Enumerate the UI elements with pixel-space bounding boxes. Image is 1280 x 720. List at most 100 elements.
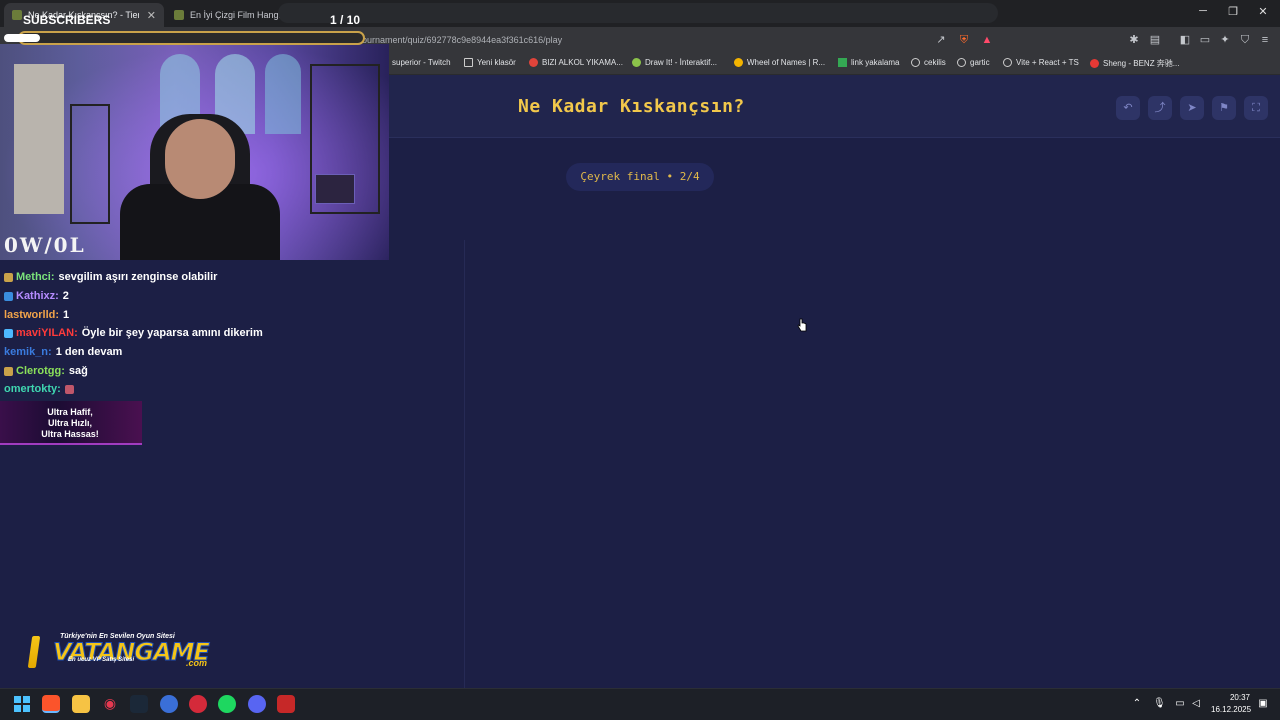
chevron-up-icon[interactable]: ⌃: [1131, 698, 1143, 709]
notification-icon[interactable]: ▣: [1257, 698, 1269, 709]
volume-icon[interactable]: ◁: [1190, 698, 1202, 709]
bookmark-item[interactable]: Wheel of Names | R...: [734, 58, 825, 67]
rewards-icon[interactable]: ▲: [980, 33, 994, 47]
steam-icon[interactable]: [130, 695, 148, 713]
sponsor-logo-mark: [27, 636, 41, 668]
round-indicator: Çeyrek final • 2/4: [566, 163, 714, 191]
vpn-icon[interactable]: ⛉: [1238, 33, 1252, 47]
flag-icon[interactable]: ⚑: [1212, 96, 1236, 120]
app-pin-icon[interactable]: ◉: [101, 695, 119, 713]
close-window-icon[interactable]: ✕: [1254, 5, 1272, 18]
sidebar-icon[interactable]: ◧: [1178, 33, 1192, 47]
chat-message: Clerotgg: sağ: [4, 364, 88, 378]
clock-time[interactable]: 20:37: [1218, 693, 1250, 702]
bookmark-item[interactable]: link yakalama: [838, 58, 899, 67]
favicon-icon: [632, 58, 641, 67]
chat-username: maviYILAN:: [16, 327, 78, 339]
favicon-icon: [734, 58, 743, 67]
chat-text: 2: [62, 290, 69, 302]
chat-message: lastworlld: 1: [4, 308, 69, 322]
maximize-icon[interactable]: ❐: [1224, 5, 1242, 18]
chat-username: omertokty:: [4, 383, 61, 395]
chat-badge-icon: [4, 328, 13, 338]
microphone-icon[interactable]: 🎙: [1153, 698, 1166, 709]
bookmark-item[interactable]: Sheng - BENZ 奔驰...: [1090, 58, 1179, 69]
extensions-icon[interactable]: ✱: [1127, 33, 1141, 47]
webcam-pc: [315, 174, 355, 204]
chat-text: sağ: [68, 365, 88, 377]
brave-browser-icon[interactable]: [42, 695, 60, 713]
bookmark-label: Vite + React + TS: [1016, 58, 1079, 67]
windows-start-icon[interactable]: [13, 695, 31, 713]
bookmark-label: link yakalama: [851, 58, 900, 67]
webcam-feed: [0, 44, 389, 260]
subscriber-goal-bar: [18, 31, 365, 45]
webcam-window: [265, 54, 301, 134]
chat-username: Kathixz:: [16, 290, 59, 302]
play-icon: [838, 58, 847, 67]
chat-message: Kathixz: 2: [4, 289, 69, 303]
bookmark-label: BIZI ALKOL YIKAMA...: [542, 58, 623, 67]
chat-badge-icon: [4, 272, 13, 282]
brave-shield-icon[interactable]: ⛨: [957, 33, 971, 47]
fullscreen-icon[interactable]: ⛶: [1244, 96, 1268, 120]
bookmark-label: gartic: [970, 58, 990, 67]
bookmark-label: superior - Twitch: [392, 58, 451, 67]
chat-message: omertokty:: [4, 382, 77, 396]
folder-icon: [464, 58, 473, 67]
chat-message: maviYILAN: Öyle bir şey yaparsa amını dik…: [4, 326, 263, 340]
leo-icon[interactable]: ✦: [1218, 33, 1232, 47]
share-icon[interactable]: ⤴: [1148, 96, 1172, 120]
bookmark-label: Draw It! - İnteraktif...: [645, 58, 718, 67]
bookmark-item[interactable]: gartic: [957, 58, 990, 67]
chat-text: sevgilim aşırı zenginse olabilir: [58, 271, 218, 283]
favicon-icon: [529, 58, 538, 67]
page-title: Ne Kadar Kıskançsın?: [518, 96, 745, 117]
chat-text: Öyle bir şey yaparsa amını dikerim: [81, 327, 263, 339]
minimize-icon[interactable]: ─: [1194, 5, 1212, 17]
subscriber-goal-fill: [4, 34, 40, 42]
riot-client-icon[interactable]: [189, 695, 207, 713]
bookmark-folder[interactable]: Yeni klasör: [464, 58, 516, 67]
globe-icon: [911, 58, 920, 67]
bookmark-item[interactable]: BIZI ALKOL YIKAMA...: [529, 58, 623, 67]
network-icon[interactable]: ▭: [1174, 698, 1186, 709]
file-explorer-icon[interactable]: [72, 695, 90, 713]
chat-message: Methci: sevgilim aşırı zenginse olabilir: [4, 270, 217, 284]
bookmark-item[interactable]: Draw It! - İnteraktif...: [632, 58, 717, 67]
subscriber-goal-count: 1 / 10: [330, 13, 361, 27]
chat-username: Clerotgg:: [16, 365, 65, 377]
clock-date[interactable]: 16.12.2025: [1211, 705, 1251, 714]
webcam-door: [14, 64, 64, 214]
chat-emote-icon: [64, 384, 74, 394]
bookmark-item[interactable]: cekilis: [911, 58, 946, 67]
chat-text: 1: [63, 309, 70, 321]
chat-badge-icon: [4, 366, 13, 376]
subscriber-goal-label: SUBSCRIBERS: [23, 13, 111, 27]
globe-icon: [957, 58, 966, 67]
chat-username: kemik_n:: [4, 346, 52, 358]
menu-icon[interactable]: ≡: [1258, 33, 1272, 47]
obs-app-icon[interactable]: [277, 695, 295, 713]
bookmark-label: Sheng - BENZ 奔驰...: [1103, 59, 1180, 68]
bookmark-item[interactable]: Vite + React + TS: [1003, 58, 1079, 67]
send-icon[interactable]: ➤: [1180, 96, 1204, 120]
favicon-icon: [1090, 59, 1099, 68]
chat-username: lastworlld:: [4, 309, 60, 321]
chat-message: kemik_n: 1 den devam: [4, 345, 122, 359]
app-icon[interactable]: [160, 695, 178, 713]
share-page-icon[interactable]: ↗: [934, 33, 948, 47]
address-bar[interactable]: [278, 3, 998, 23]
undo-icon[interactable]: ↶: [1116, 96, 1140, 120]
bookmark-item[interactable]: superior - Twitch: [392, 58, 451, 67]
webcam-shelf: [70, 104, 110, 224]
tab-search-icon[interactable]: ▤: [1148, 33, 1162, 47]
wallet-icon[interactable]: ▭: [1198, 33, 1212, 47]
spotify-icon[interactable]: [218, 695, 236, 713]
close-icon[interactable]: ✕: [147, 9, 156, 22]
sponsor-domain: .com: [186, 658, 208, 668]
ad-text: Ultra Hafif, Ultra Hızlı, Ultra Hassas!: [41, 407, 99, 439]
discord-icon[interactable]: [248, 695, 266, 713]
chat-username: Methci:: [16, 271, 55, 283]
chat-badge-icon: [4, 291, 13, 301]
